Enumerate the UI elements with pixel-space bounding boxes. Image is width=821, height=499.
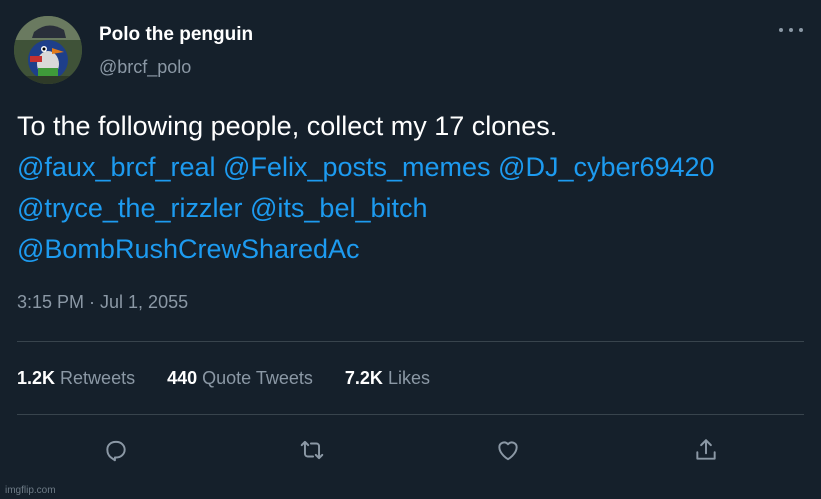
retweets-stat[interactable]: 1.2K Retweets	[17, 368, 135, 389]
tweet-timestamp[interactable]: 3:15 PM · Jul 1, 2055	[17, 292, 188, 313]
share-button[interactable]	[690, 434, 722, 466]
divider	[17, 414, 804, 415]
share-icon	[696, 439, 716, 460]
watermark: imgflip.com	[5, 485, 56, 496]
user-handle[interactable]: @brcf_polo	[99, 57, 191, 78]
heart-icon	[498, 441, 518, 461]
retweet-button[interactable]	[296, 434, 328, 466]
likes-label: Likes	[387, 368, 430, 388]
mention-link[interactable]: @tryce_the_rizzler	[17, 193, 242, 223]
tweet-stats: 1.2K Retweets 440 Quote Tweets 7.2K Like…	[17, 368, 430, 389]
penguin-avatar-icon	[14, 16, 82, 84]
divider	[17, 341, 804, 342]
tweet-actions	[0, 434, 821, 466]
tweet-card: Polo the penguin @brcf_polo To the follo…	[0, 0, 821, 499]
more-options-dot	[799, 28, 803, 32]
likes-count: 7.2K	[344, 368, 383, 388]
tweet-mentions-line-1: @faux_brcf_real @Felix_posts_memes @DJ_c…	[17, 147, 812, 188]
retweets-count: 1.2K	[17, 368, 56, 388]
mention-link[interactable]: @its_bel_bitch	[250, 193, 428, 223]
reply-icon	[106, 440, 126, 462]
more-options-button[interactable]	[779, 22, 803, 38]
reply-button[interactable]	[100, 434, 132, 466]
tweet-mentions-line-3: @BombRushCrewSharedAc	[17, 229, 812, 270]
quote-tweets-label: Quote Tweets	[202, 368, 313, 388]
likes-stat[interactable]: 7.2K Likes	[345, 368, 430, 389]
avatar[interactable]	[14, 16, 82, 84]
more-options-icon	[779, 28, 783, 32]
display-name[interactable]: Polo the penguin	[99, 24, 253, 46]
tweet-text-line: To the following people, collect my 17 c…	[17, 111, 558, 141]
mention-link[interactable]: @BombRushCrewSharedAc	[17, 234, 360, 264]
more-options-dot	[789, 28, 793, 32]
quote-tweets-stat[interactable]: 440 Quote Tweets	[167, 368, 313, 389]
retweet-icon	[300, 440, 324, 460]
quote-tweets-count: 440	[167, 368, 198, 388]
like-button[interactable]	[492, 434, 524, 466]
tweet-mentions-line-2: @tryce_the_rizzler @its_bel_bitch	[17, 188, 812, 229]
mention-link[interactable]: @Felix_posts_memes	[223, 152, 491, 182]
tweet-text: To the following people, collect my 17 c…	[17, 106, 812, 270]
mention-link[interactable]: @DJ_cyber69420	[498, 152, 715, 182]
retweets-label: Retweets	[60, 368, 136, 388]
mention-link[interactable]: @faux_brcf_real	[17, 152, 216, 182]
